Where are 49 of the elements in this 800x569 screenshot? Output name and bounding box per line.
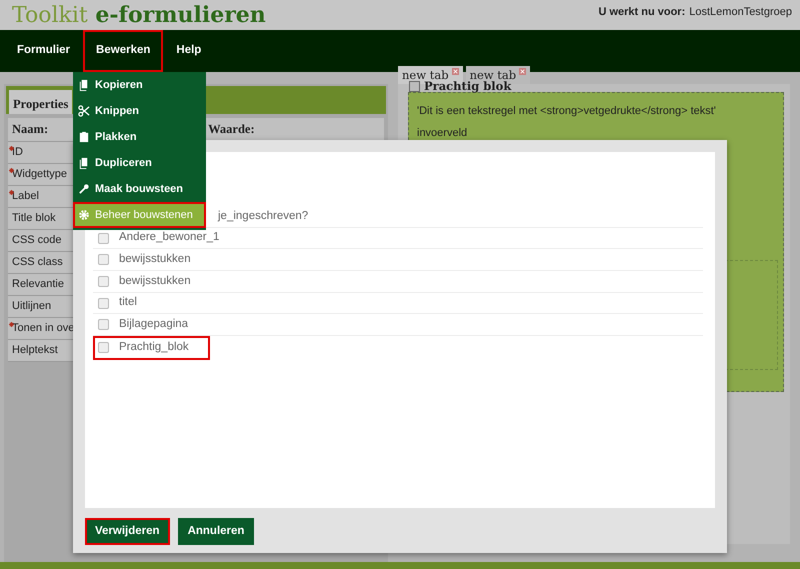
user-name: LostLemonTestgroep <box>689 5 792 20</box>
checkbox[interactable] <box>98 342 109 354</box>
menu-item[interactable]: Kopieren <box>73 72 206 98</box>
tab-label: new tab <box>402 67 449 82</box>
property-name: Relevantie <box>12 277 64 292</box>
item-label: Bijlagepagina <box>119 317 188 332</box>
dialog-button[interactable]: Annuleren <box>178 518 254 546</box>
property-name: Helptekst <box>12 343 58 358</box>
wrench-icon <box>78 183 90 195</box>
item-label: titel <box>119 295 137 310</box>
scissors-icon <box>78 105 90 117</box>
checkbox[interactable] <box>98 232 109 244</box>
property-name: Uitlijnen <box>12 299 52 314</box>
collapse-toggle[interactable] <box>409 81 420 92</box>
property-name: ID <box>12 145 23 160</box>
nav-item[interactable]: Bewerken <box>83 30 164 72</box>
user-label: U werkt nu voor: <box>598 5 686 20</box>
checkbox[interactable] <box>98 276 109 287</box>
copy-icon <box>78 157 90 169</box>
menu-item[interactable]: Maak bouwsteen <box>73 176 206 202</box>
checkbox[interactable] <box>98 319 109 330</box>
clipboard-icon <box>78 131 90 143</box>
item-label: Prachtig_blok <box>119 340 189 355</box>
item-label: je_ingeschreven? <box>218 208 308 224</box>
property-name: Title blok <box>12 211 56 226</box>
property-name: Label <box>12 189 39 204</box>
property-name: CSS code <box>12 233 62 248</box>
item-label: Andere_bewoner_1 <box>119 230 220 246</box>
menu-item[interactable]: Dupliceren <box>73 150 206 176</box>
copy-icon <box>78 79 90 91</box>
property-name: CSS class <box>12 255 63 270</box>
block-text: 'Dit is een tekstregel met <strong>vetgedrukte</strong> tekst' <box>417 105 717 118</box>
dialog-button[interactable]: Verwijderen <box>85 518 170 546</box>
item-label: bewijsstukken <box>119 274 191 289</box>
item-label: bewijsstukken <box>119 252 191 268</box>
nav-item[interactable]: Help <box>163 30 214 72</box>
column-header: Naam: <box>12 121 48 138</box>
checkbox[interactable] <box>98 254 109 266</box>
field-label: invoerveld <box>417 127 468 140</box>
app-title: Toolkit e-formulieren <box>12 1 266 30</box>
checkbox[interactable] <box>98 298 109 309</box>
column-header: Waarde: <box>208 121 255 138</box>
gear-icon <box>78 209 90 221</box>
nav-item[interactable]: Formulier <box>4 30 84 72</box>
properties-tab[interactable]: Properties <box>9 90 72 114</box>
menu-item[interactable]: Plakken <box>73 124 206 150</box>
menu-item[interactable]: Knippen <box>73 98 206 124</box>
tab-label: new tab <box>470 67 516 82</box>
property-name: Widgettype <box>12 167 68 182</box>
